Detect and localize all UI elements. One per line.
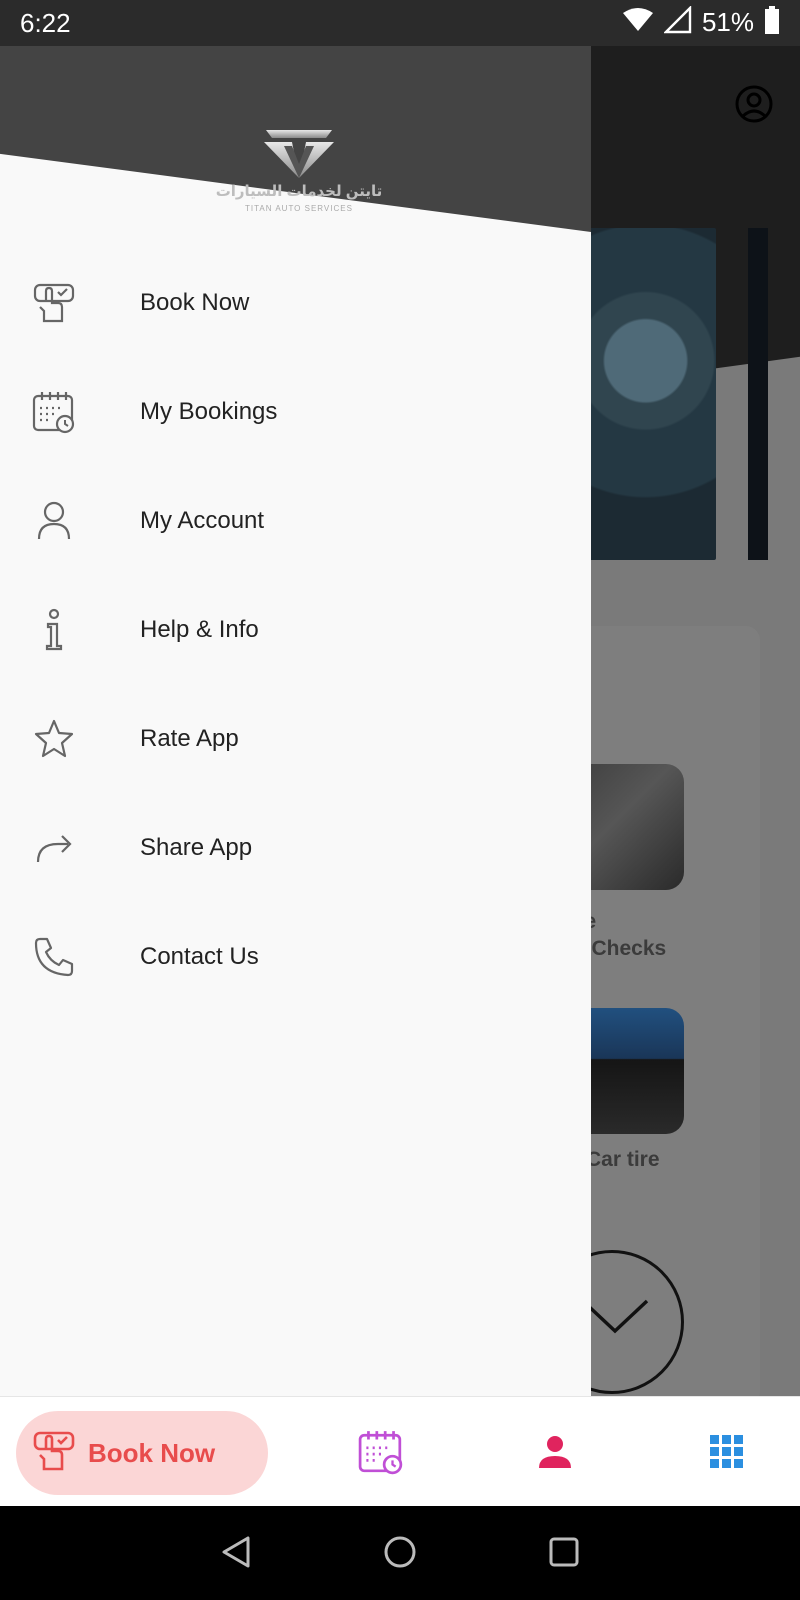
titan-emblem-icon [264,130,334,178]
calendar-icon [32,390,76,434]
logo-arabic-text: تايتن لخدمات السيارات [215,183,383,200]
bookings-tab[interactable] [356,1427,406,1477]
menu-item-my-bookings[interactable]: My Bookings [0,357,591,466]
bottom-navigation: Book Now [0,1396,800,1506]
menu-label: Book Now [140,288,250,316]
menu-item-contact-us[interactable]: Contact Us [0,902,591,1011]
wifi-icon [622,7,654,38]
menu-label: Share App [140,833,253,861]
menu-item-rate-app[interactable]: Rate App [0,684,591,793]
status-bar: 6:22 51% [0,0,800,46]
back-button[interactable] [216,1532,256,1572]
apps-tab[interactable] [702,1427,752,1477]
recents-square-icon [549,1537,579,1567]
menu-label: Contact Us [140,942,259,970]
menu-label: Help & Info [140,615,259,643]
system-navigation-bar [0,1506,800,1600]
book-now-icon [32,281,76,325]
battery-percent: 51% [701,7,754,37]
share-icon [32,826,76,870]
titan-logo: تايتن لخدمات السيارات TITAN AUTO SERVICE… [214,128,384,228]
menu-item-book-now[interactable]: Book Now [0,248,591,357]
info-icon [32,608,76,652]
menu-item-share-app[interactable]: Share App [0,793,591,902]
menu-label: My Bookings [140,397,278,425]
promo-banner-next [748,228,768,560]
navigation-drawer: تايتن لخدمات السيارات TITAN AUTO SERVICE… [0,46,591,1396]
home-button[interactable] [380,1532,420,1572]
signal-icon [663,5,692,39]
book-now-tab-label: Book Now [88,1437,216,1468]
account-circle-icon[interactable] [734,84,774,124]
home-circle-icon [384,1536,416,1568]
app-screen: 6:22 51% bile on Checks Car tire [0,0,800,1600]
status-time: 6:22 [20,8,71,38]
menu-label: My Account [140,506,265,534]
account-tab[interactable] [530,1427,580,1477]
drawer-menu: Book Now My Bookings My Account Help & I… [0,248,591,1011]
apps-grid-icon [710,1435,743,1468]
battery-icon [764,6,780,39]
recents-button[interactable] [544,1532,584,1572]
user-icon [32,499,76,543]
account-icon [539,1436,571,1468]
book-now-icon [32,1429,76,1478]
star-icon [32,717,76,761]
bookings-calendar-icon [358,1431,403,1475]
book-now-tab[interactable]: Book Now [16,1411,268,1495]
menu-item-help-info[interactable]: Help & Info [0,575,591,684]
logo-latin-text: TITAN AUTO SERVICES [245,204,353,213]
status-icons: 51% [622,5,780,39]
phone-icon [32,935,76,979]
menu-item-my-account[interactable]: My Account [0,466,591,575]
back-triangle-icon [222,1536,250,1568]
menu-label: Rate App [140,724,239,752]
service-label-car-tire: Car tire [586,1148,660,1171]
